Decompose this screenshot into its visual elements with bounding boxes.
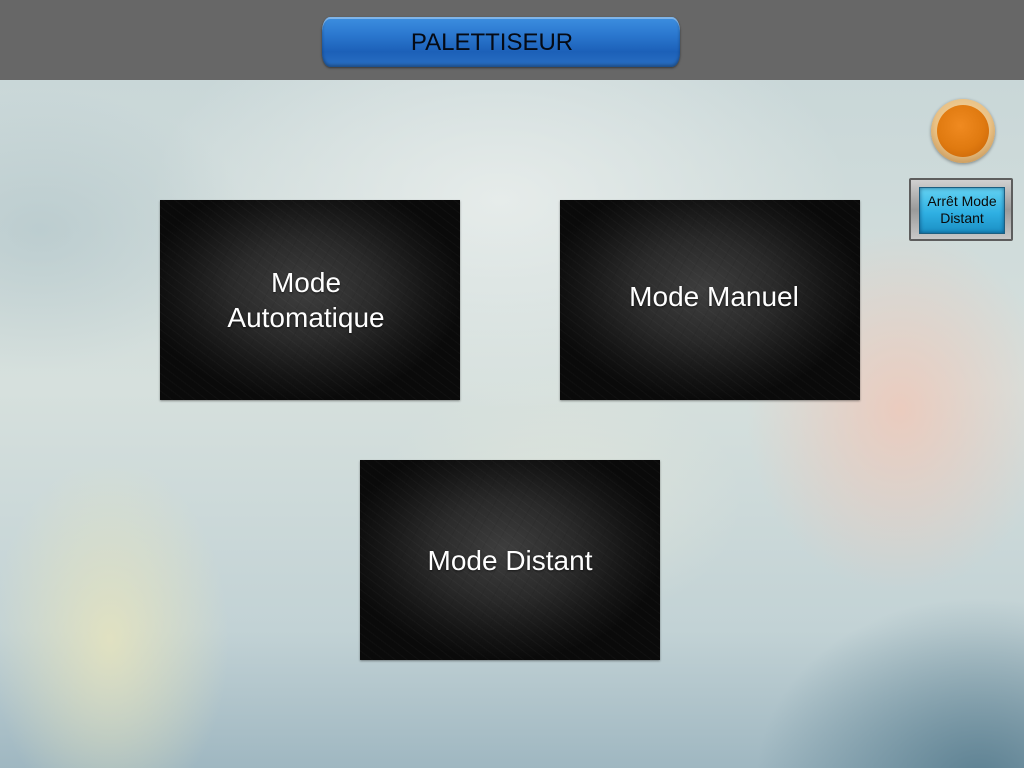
stop-remote-mode-button[interactable]: Arrêt Mode Distant xyxy=(909,178,1013,241)
mode-remote-label: Mode Distant xyxy=(427,544,593,576)
mode-automatic-button[interactable]: Mode Automatique xyxy=(160,200,460,400)
status-indicator-lamp xyxy=(937,105,989,157)
mode-manual-button[interactable]: Mode Manuel xyxy=(560,200,860,400)
status-indicator-light xyxy=(931,99,995,163)
mode-remote-button[interactable]: Mode Distant xyxy=(360,460,660,660)
mode-automatic-label: Mode Automatique xyxy=(227,267,385,333)
header-bar: PALETTISEUR xyxy=(0,0,1024,80)
stop-remote-mode-button-face: Arrêt Mode Distant xyxy=(919,187,1005,234)
background xyxy=(0,80,1024,768)
stop-remote-mode-label: Arrêt Mode Distant xyxy=(927,193,997,226)
mode-manual-label: Mode Manuel xyxy=(629,280,799,312)
page-title: PALETTISEUR xyxy=(410,29,574,56)
title-plate: PALETTISEUR xyxy=(322,17,680,67)
